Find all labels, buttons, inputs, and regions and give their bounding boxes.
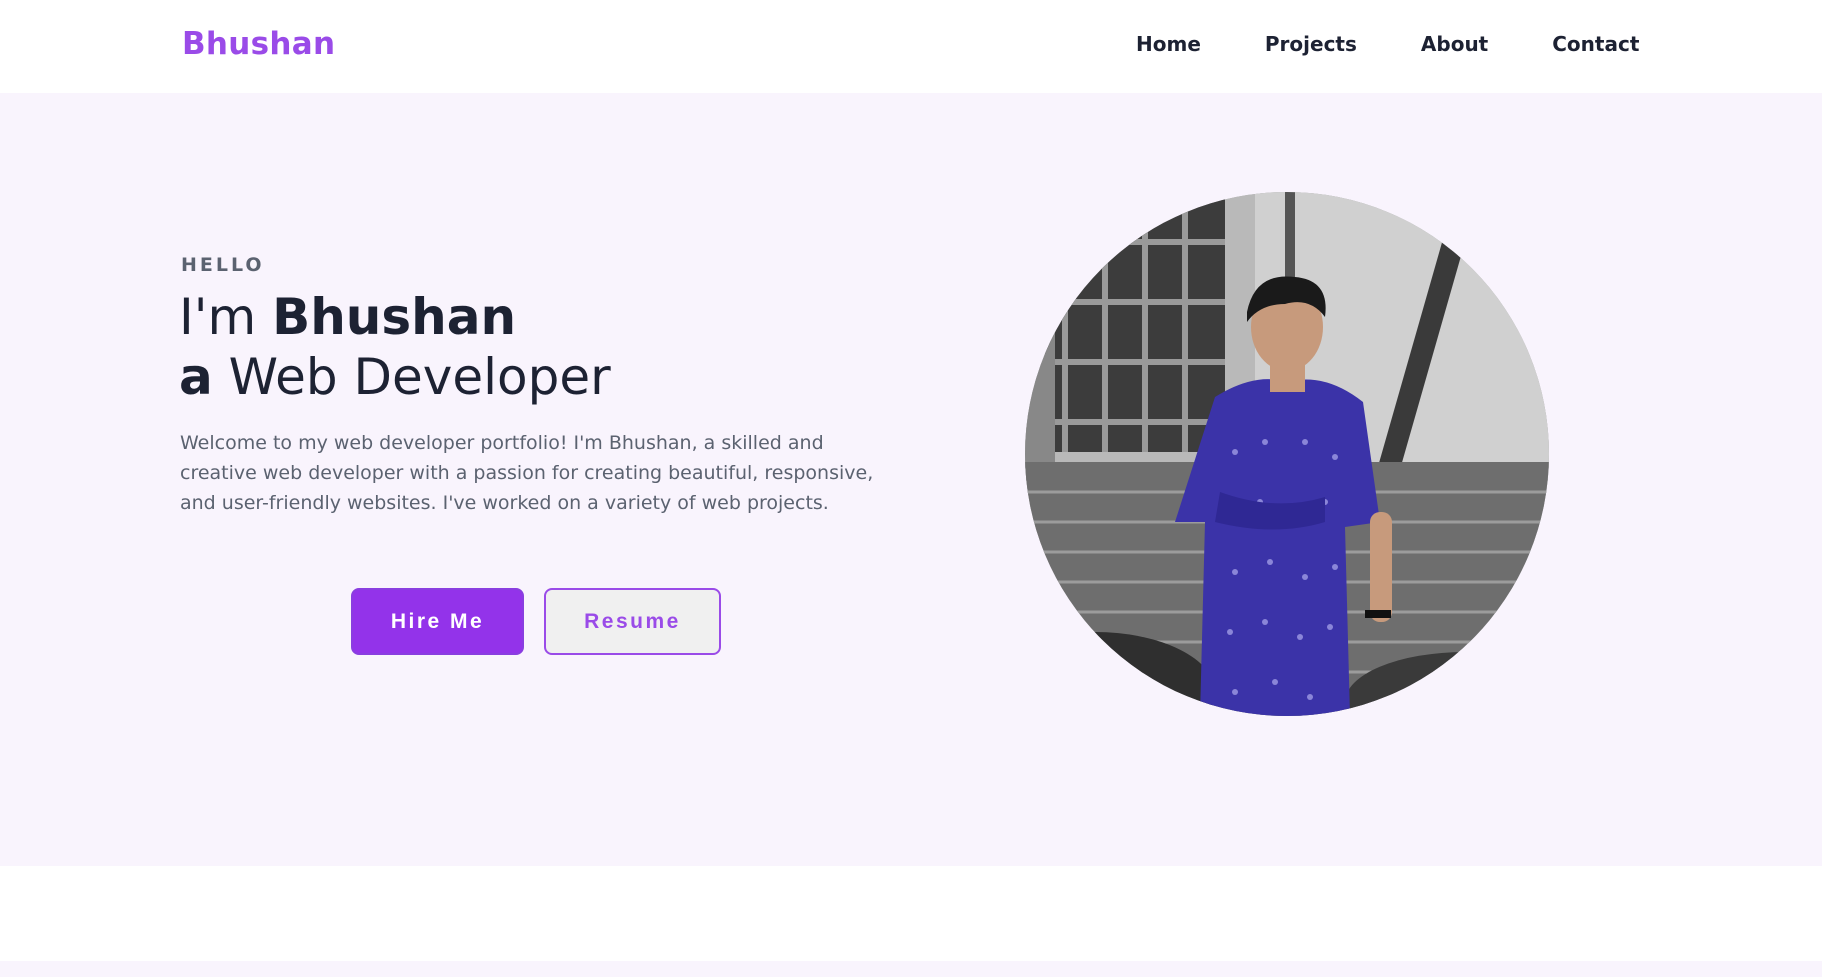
headline-prefix: I'm bbox=[179, 288, 273, 346]
navbar: Bhushan Home Projects About Contact bbox=[0, 0, 1822, 93]
nav-contact[interactable]: Contact bbox=[1552, 32, 1639, 56]
profile-photo bbox=[1025, 192, 1549, 716]
hire-me-button[interactable]: Hire Me bbox=[351, 588, 524, 655]
site-logo[interactable]: Bhushan bbox=[182, 26, 335, 62]
headline-role: Web Developer bbox=[212, 348, 611, 406]
resume-button[interactable]: Resume bbox=[544, 588, 721, 655]
headline-article: a bbox=[179, 348, 213, 406]
hero-intro: Welcome to my web developer portfolio! I… bbox=[180, 432, 874, 514]
nav-home[interactable]: Home bbox=[1136, 32, 1201, 56]
hero-eyebrow: HELLO bbox=[181, 254, 265, 276]
headline-name: Bhushan bbox=[272, 288, 517, 346]
nav-links: Home Projects About Contact bbox=[1136, 32, 1639, 56]
nav-about[interactable]: About bbox=[1421, 32, 1488, 56]
profile-photo-illustration bbox=[1025, 192, 1549, 716]
nav-projects[interactable]: Projects bbox=[1265, 32, 1357, 56]
hero-section: HELLO I'm Bhushan a Web Developer Welcom… bbox=[0, 93, 1822, 866]
hero-headline: I'm Bhushan a Web Developer bbox=[179, 287, 611, 407]
next-section-edge bbox=[0, 961, 1822, 977]
